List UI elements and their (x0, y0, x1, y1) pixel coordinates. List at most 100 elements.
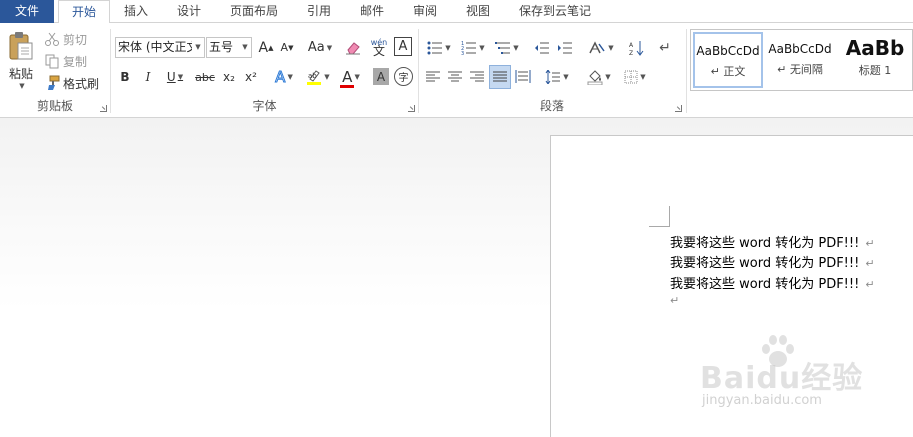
enclose-characters-button[interactable]: 字 (394, 67, 413, 86)
align-left-button[interactable] (423, 66, 443, 88)
clear-format-button[interactable] (343, 37, 363, 58)
styles-gallery: AaBbCcDd ↵ 正文 AaBbCcDd ↵ 无间隔 AaBb 标题 1 (690, 29, 913, 91)
paragraph-group-label: 段落 (539, 99, 564, 113)
font-name-select[interactable]: 宋体 (中文正文 ▼ (115, 37, 205, 58)
chevron-down-icon: ▼ (239, 38, 251, 57)
line-spacing-button[interactable]: ▼ (541, 66, 573, 88)
tab-references[interactable]: 引用 (297, 0, 341, 23)
justify-button[interactable] (489, 65, 511, 89)
style-no-spacing[interactable]: AaBbCcDd ↵ 无间隔 (765, 32, 835, 88)
distributed-button[interactable] (513, 66, 533, 88)
superscript-button[interactable]: x² (241, 66, 261, 88)
tab-mailings[interactable]: 邮件 (350, 0, 394, 23)
align-right-button[interactable] (467, 66, 487, 88)
enclose-characters-icon: 字 (398, 73, 409, 84)
italic-button[interactable]: I (138, 66, 158, 88)
group-divider (686, 29, 687, 113)
superscript-icon: x² (245, 70, 257, 84)
chevron-down-icon: ▼ (192, 38, 204, 57)
distributed-align-icon (515, 70, 531, 84)
style-sample: AaBbCcDd (768, 42, 832, 56)
paintbrush-icon (44, 75, 60, 91)
copy-button[interactable]: 复制 (44, 51, 87, 71)
sort-button[interactable]: AZ (627, 37, 647, 58)
format-painter-button[interactable]: 格式刷 (44, 73, 99, 93)
character-border-icon: A (398, 39, 408, 54)
tab-insert[interactable]: 插入 (114, 0, 158, 23)
watermark-logo-text: Baidu经验 (700, 361, 864, 396)
style-heading-1[interactable]: AaBb 标题 1 (837, 32, 913, 88)
font-name-value: 宋体 (中文正文 (118, 40, 199, 54)
highlight-button[interactable]: ab ▼ (303, 66, 333, 88)
margin-crop-mark (669, 206, 670, 227)
ribbon-tab-bar: 文件 开始 插入 设计 页面布局 引用 邮件 审阅 视图 保存到云笔记 (0, 0, 913, 24)
font-launcher-icon[interactable] (408, 105, 415, 112)
svg-text:ab: ab (308, 72, 317, 80)
tab-home[interactable]: 开始 (58, 0, 110, 24)
grow-font-button[interactable]: A ▲ (257, 37, 275, 58)
text-effects-button[interactable]: A ▼ (269, 66, 299, 88)
clipboard-group-label: 剪贴板 (36, 99, 73, 113)
decrease-indent-button[interactable] (532, 37, 552, 58)
character-shading-button[interactable]: A (373, 68, 389, 85)
paste-button[interactable]: 粘贴 ▼ (4, 29, 38, 91)
scissors-icon (44, 31, 60, 47)
paint-bucket-icon (587, 69, 603, 85)
strikethrough-button[interactable]: abc (193, 66, 217, 88)
style-sample: AaBbCcDd (696, 44, 760, 58)
paragraph-text: 我要将这些 word 转化为 PDF!!! (670, 256, 860, 271)
cut-button[interactable]: 剪切 (44, 29, 87, 49)
svg-text:Z: Z (629, 50, 633, 56)
change-case-button[interactable]: Aa ▼ (305, 37, 335, 58)
line-spacing-icon (545, 70, 561, 84)
tab-view[interactable]: 视图 (456, 0, 500, 23)
bold-button[interactable]: B (115, 66, 135, 88)
borders-button[interactable]: ▼ (619, 66, 651, 88)
eraser-icon (345, 41, 361, 55)
font-size-select[interactable]: 五号 ▼ (206, 37, 252, 58)
tab-design[interactable]: 设计 (167, 0, 211, 23)
chinese-layout-button[interactable]: ▼ (585, 37, 617, 58)
font-color-button[interactable]: A ▼ (336, 66, 366, 88)
subscript-button[interactable]: x₂ (219, 66, 239, 88)
character-border-button[interactable]: A (394, 37, 412, 56)
numbering-button[interactable]: 1 2 3 ▼ (457, 37, 489, 58)
increase-indent-button[interactable] (555, 37, 575, 58)
font-group-label: 字体 (252, 99, 277, 113)
shrink-font-button[interactable]: A ▼ (278, 37, 296, 58)
document-paragraph[interactable]: 我要将这些 word 转化为 PDF!!! ↵ (670, 273, 875, 293)
tab-page-layout[interactable]: 页面布局 (222, 0, 286, 23)
underline-button[interactable]: U ▼ (161, 66, 189, 88)
font-size-value: 五号 (209, 40, 234, 54)
bold-icon: B (120, 70, 130, 84)
document-paragraph[interactable]: 我要将这些 word 转化为 PDF!!! ↵ (670, 232, 875, 252)
style-normal[interactable]: AaBbCcDd ↵ 正文 (693, 32, 763, 88)
text-effects-icon: A (275, 68, 286, 87)
change-case-icon: Aa (307, 40, 325, 55)
tab-file[interactable]: 文件 (0, 0, 54, 23)
shading-button[interactable]: ▼ (583, 66, 615, 88)
justify-icon (493, 71, 507, 83)
phonetic-guide-button[interactable]: wén 文 (368, 35, 390, 59)
bullets-button[interactable]: ▼ (423, 37, 455, 58)
style-name: 标题 1 (858, 64, 892, 77)
paragraph-mark-icon: ↵ (865, 237, 875, 250)
empty-paragraph-mark-icon: ↵ (670, 294, 680, 307)
align-right-icon (470, 71, 484, 83)
highlighter-icon: ab (306, 69, 322, 85)
style-name: ↵ 正文 (710, 65, 746, 78)
paste-dropdown-icon[interactable]: ▼ (19, 82, 24, 90)
copy-icon (44, 53, 60, 69)
show-hide-marks-button[interactable]: ↵ (655, 37, 675, 58)
svg-text:3: 3 (461, 51, 464, 55)
document-paragraph[interactable]: 我要将这些 word 转化为 PDF!!! ↵ (670, 252, 875, 272)
ribbon: 粘贴 ▼ 剪切 复制 格式刷 剪贴板 宋体 (中文正文 ▼ 五号 ▼ A ▲ A… (0, 23, 913, 118)
clipboard-launcher-icon[interactable] (100, 105, 107, 112)
tab-review[interactable]: 审阅 (403, 0, 447, 23)
align-center-button[interactable] (445, 66, 465, 88)
paragraph-launcher-icon[interactable] (675, 105, 682, 112)
tab-save-to-cloud-note[interactable]: 保存到云笔记 (510, 0, 600, 23)
multilevel-list-button[interactable]: ▼ (491, 37, 523, 58)
paragraph-mark-icon: ↵ (865, 257, 875, 270)
paragraph-text: 我要将这些 word 转化为 PDF!!! (670, 236, 860, 251)
